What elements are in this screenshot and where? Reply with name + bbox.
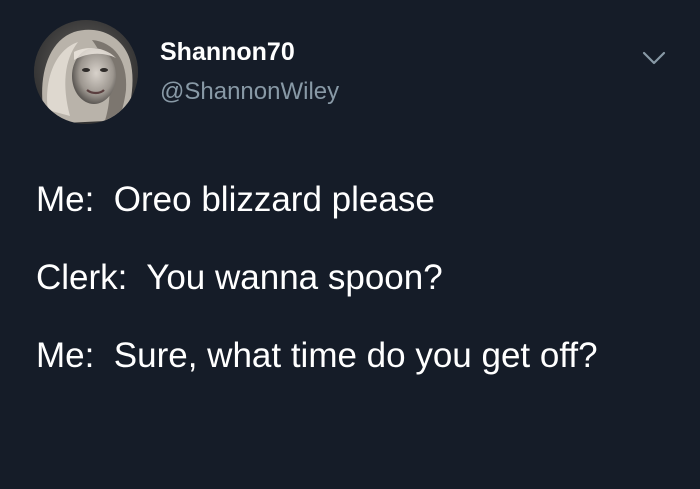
tweet-line: Me: Oreo blizzard please <box>36 180 435 219</box>
avatar-image <box>34 20 138 124</box>
tweet-text: Me: Oreo blizzard please Clerk: You wann… <box>36 178 676 385</box>
user-handle[interactable]: @ShannonWiley <box>160 78 339 106</box>
tweet-line: Me: Sure, what time do you get off? <box>36 336 598 375</box>
tweet-card: Shannon70 @ShannonWiley Me: Oreo blizzar… <box>0 0 700 489</box>
avatar[interactable] <box>34 20 138 124</box>
display-name[interactable]: Shannon70 <box>160 38 295 66</box>
chevron-down-icon[interactable] <box>640 48 668 68</box>
tweet-line: Clerk: You wanna spoon? <box>36 258 443 297</box>
